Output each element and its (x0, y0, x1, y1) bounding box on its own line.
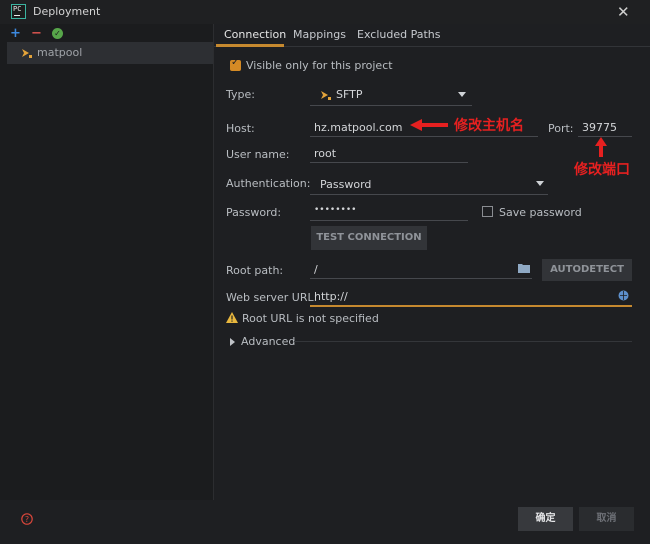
cancel-button[interactable]: 取消 (579, 507, 634, 531)
username-value: root (314, 147, 337, 160)
server-name: matpool (37, 46, 83, 59)
root-path-value: / (314, 263, 318, 276)
help-icon[interactable]: ? (21, 513, 33, 525)
remove-server-icon[interactable]: − (31, 26, 42, 41)
username-label: User name: (226, 148, 290, 161)
server-item-matpool[interactable]: matpool (7, 42, 213, 64)
warning-icon (226, 312, 238, 323)
port-input[interactable]: 39775 (578, 118, 632, 137)
test-connection-button[interactable]: TEST CONNECTION (311, 226, 427, 250)
annotation-arrow-left-icon (410, 119, 448, 131)
type-dropdown[interactable]: SFTP (310, 84, 472, 106)
sftp-icon (321, 91, 331, 100)
save-password-checkbox[interactable] (482, 206, 493, 217)
open-in-browser-globe-icon[interactable] (618, 290, 629, 301)
host-label: Host: (226, 122, 255, 135)
server-list-panel: + − ✓ matpool (0, 24, 214, 500)
auth-dropdown[interactable]: Password (310, 173, 548, 195)
root-path-label: Root path: (226, 264, 284, 277)
dialog-footer: ? 确定 取消 (0, 500, 650, 544)
annotation-arrow-up-icon (595, 137, 607, 157)
password-label: Password: (226, 206, 282, 219)
window-title: Deployment (33, 5, 101, 18)
password-input[interactable]: •••••••• (310, 202, 468, 221)
folder-icon[interactable] (518, 263, 530, 273)
chevron-down-icon (458, 92, 466, 97)
host-annotation: 修改主机名 (454, 118, 524, 134)
web-url-input[interactable]: http:// (310, 287, 632, 307)
tab-excluded-paths[interactable]: Excluded Paths (357, 28, 440, 41)
svg-text:?: ? (25, 515, 29, 524)
visible-only-label: Visible only for this project (246, 59, 393, 72)
port-label: Port: (548, 122, 574, 135)
tab-mappings[interactable]: Mappings (293, 28, 346, 41)
port-annotation: 修改端口 (574, 162, 630, 178)
host-value: hz.matpool.com (314, 121, 403, 134)
chevron-down-icon (536, 181, 544, 186)
auth-label: Authentication: (226, 177, 311, 190)
chevron-right-icon[interactable] (230, 338, 235, 346)
advanced-divider (294, 341, 632, 342)
web-url-label: Web server URL: (226, 291, 318, 304)
sftp-server-icon (22, 49, 32, 58)
set-default-check-icon[interactable]: ✓ (52, 28, 63, 39)
root-path-input[interactable]: / (310, 260, 532, 279)
port-value: 39775 (582, 121, 617, 134)
ok-button[interactable]: 确定 (518, 507, 573, 531)
visible-only-checkbox[interactable] (230, 57, 241, 71)
add-server-icon[interactable]: + (10, 26, 21, 41)
web-url-value: http:// (314, 290, 348, 303)
password-value: •••••••• (314, 205, 357, 215)
title-bar: PC Deployment ✕ (0, 0, 650, 24)
type-value: SFTP (336, 88, 363, 101)
close-icon[interactable]: ✕ (617, 3, 630, 21)
advanced-section-toggle[interactable]: Advanced (241, 335, 295, 348)
save-password-label: Save password (499, 206, 582, 219)
connection-form: Visible only for this project Type: SFTP… (214, 47, 650, 507)
pycharm-logo-icon: PC (11, 4, 26, 19)
tab-connection[interactable]: Connection (224, 28, 286, 41)
autodetect-button[interactable]: AUTODETECT (542, 259, 632, 281)
auth-value: Password (320, 178, 372, 191)
warning-text: Root URL is not specified (242, 312, 379, 325)
username-input[interactable]: root (310, 144, 468, 163)
type-label: Type: (226, 88, 255, 101)
